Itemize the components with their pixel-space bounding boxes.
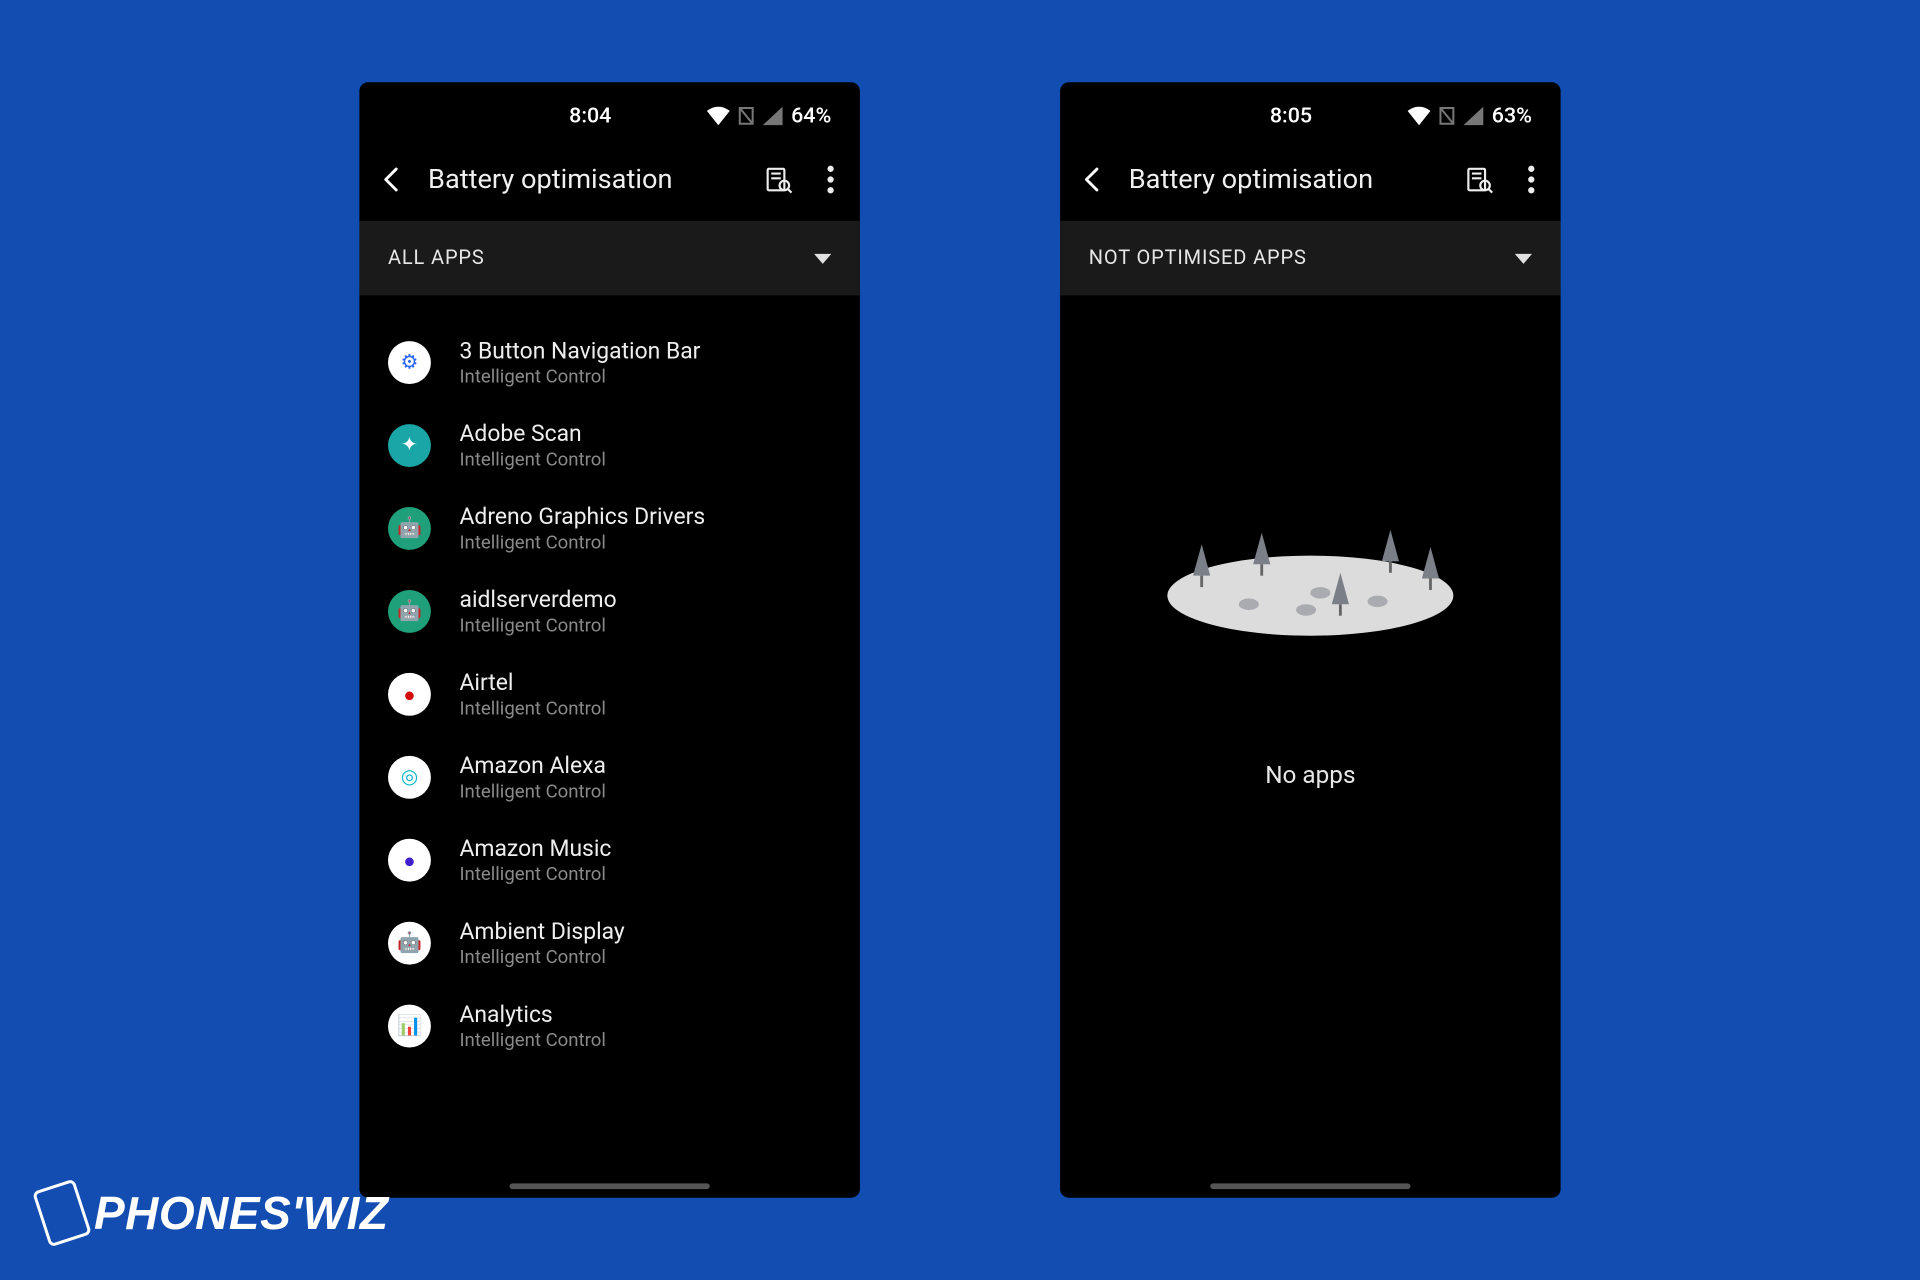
app-name: Ambient Display [460,917,625,944]
empty-state: No apps [1060,295,1561,1183]
app-row[interactable]: 🤖 Ambient Display Intelligent Control [359,902,860,985]
sim-disabled-icon [738,105,754,125]
back-icon[interactable] [1077,163,1108,194]
app-name: Analytics [460,1000,606,1027]
filter-label: NOT OPTIMISED APPS [1089,247,1307,270]
app-icon: ✦ [388,424,431,467]
signal-icon [763,106,783,125]
app-subtitle: Intelligent Control [460,699,606,720]
overflow-menu-icon[interactable] [1528,165,1535,194]
filter-dropdown[interactable]: NOT OPTIMISED APPS [1060,221,1561,295]
wifi-icon [1407,106,1430,125]
app-icon: 🤖 [388,507,431,550]
search-list-icon[interactable] [1465,165,1494,194]
app-row[interactable]: 🤖 aidlserverdemo Intelligent Control [359,570,860,653]
battery-percentage: 63% [1492,102,1532,128]
watermark-text: PHONES'WIZ [94,1186,389,1240]
page-title: Battery optimisation [1129,162,1445,195]
app-name: aidlserverdemo [460,586,617,613]
app-icon: ● [388,839,431,882]
app-row[interactable]: ◎ Amazon Alexa Intelligent Control [359,736,860,819]
signal-icon [1463,106,1483,125]
empty-text: No apps [1265,761,1355,790]
app-subtitle: Intelligent Control [460,616,617,637]
app-name: Amazon Music [460,834,612,861]
phone-screenshot-left: 8:04 64% Battery optimisation [359,82,860,1197]
sim-disabled-icon [1439,105,1455,125]
app-subtitle: Intelligent Control [460,947,625,968]
app-name: 3 Button Navigation Bar [460,337,701,364]
app-name: Adobe Scan [460,420,606,447]
page-title: Battery optimisation [428,162,744,195]
filter-dropdown[interactable]: ALL APPS [359,221,860,295]
wifi-icon [707,106,730,125]
back-icon[interactable] [377,163,408,194]
app-subtitle: Intelligent Control [460,782,606,803]
app-list[interactable]: ⚙ 3 Button Navigation Bar Intelligent Co… [359,295,860,1183]
empty-illustration-icon [1167,518,1453,647]
app-row[interactable]: ● Amazon Music Intelligent Control [359,819,860,902]
gesture-nav-handle[interactable] [1210,1183,1410,1189]
app-subtitle: Intelligent Control [460,367,701,388]
app-icon: 🤖 [388,590,431,633]
status-icons: 63% [1407,102,1532,128]
app-subtitle: Intelligent Control [460,450,606,471]
gesture-nav-handle[interactable] [510,1183,710,1189]
app-row[interactable]: 🤖 Adreno Graphics Drivers Intelligent Co… [359,487,860,570]
chevron-down-icon [1515,253,1532,263]
app-row[interactable]: 📊 Analytics Intelligent Control [359,985,860,1068]
app-icon: ◎ [388,756,431,799]
app-name: Airtel [460,669,606,696]
app-subtitle: Intelligent Control [460,533,706,554]
phone-icon [32,1179,92,1248]
app-row[interactable]: ✦ Adobe Scan Intelligent Control [359,404,860,487]
app-row[interactable]: ● Airtel Intelligent Control [359,653,860,736]
battery-percentage: 64% [791,102,831,128]
filter-label: ALL APPS [388,247,485,270]
overflow-menu-icon[interactable] [827,165,834,194]
app-bar: Battery optimisation [359,142,860,221]
app-row[interactable]: ⚙ 3 Button Navigation Bar Intelligent Co… [359,321,860,404]
app-icon: ● [388,673,431,716]
app-subtitle: Intelligent Control [460,865,612,886]
status-time: 8:05 [1175,102,1408,128]
app-name: Adreno Graphics Drivers [460,503,706,530]
app-bar: Battery optimisation [1060,142,1561,221]
phone-screenshot-right: 8:05 63% Battery optimisation [1060,82,1561,1197]
app-subtitle: Intelligent Control [460,1030,606,1051]
chevron-down-icon [814,253,831,263]
app-name: Amazon Alexa [460,752,606,779]
watermark: PHONES'WIZ [40,1184,389,1242]
app-icon: 📊 [388,1005,431,1048]
search-list-icon[interactable] [764,165,793,194]
app-icon: ⚙ [388,341,431,384]
status-icons: 64% [707,102,832,128]
status-bar: 8:05 63% [1060,82,1561,142]
status-bar: 8:04 64% [359,82,860,142]
app-icon: 🤖 [388,922,431,965]
status-time: 8:04 [474,102,707,128]
